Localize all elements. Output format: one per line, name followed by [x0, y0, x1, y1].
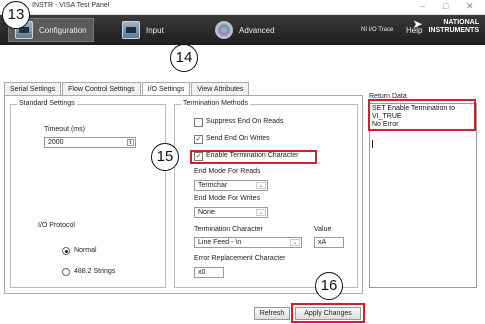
ni-io-trace-button[interactable]: NI I/O Trace [355, 18, 393, 42]
logo-line1: NATIONAL [443, 19, 479, 26]
error-replacement-value: x0 [198, 269, 206, 276]
io-protocol-label: I/O Protocol [38, 222, 75, 229]
refresh-button[interactable]: Refresh [254, 307, 290, 320]
end-mode-writes-label: End Mode For Writes [194, 195, 261, 202]
radio-normal-label: Normal [74, 247, 97, 254]
termination-character-label: Termination Character [194, 226, 263, 233]
configuration-label: Configuration [39, 25, 87, 35]
termination-methods-title: Termination Methods [181, 100, 250, 107]
ni-io-trace-label: NI I/O Trace [361, 27, 394, 33]
enable-termination-checkbox[interactable]: ✓ [194, 152, 203, 161]
input-label: Input [146, 25, 164, 35]
radio-488-2-label: 488.2 Strings [74, 268, 116, 275]
end-mode-writes-value: None [198, 209, 215, 216]
error-replacement-field[interactable]: x0 [194, 267, 224, 278]
apply-changes-button[interactable]: Apply Changes [295, 307, 361, 320]
send-end-checkbox[interactable]: ✓ [194, 135, 203, 144]
callout-16: 16 [315, 272, 343, 300]
callout-15: 15 [151, 143, 179, 171]
spinner-icon[interactable]: ⇕ [127, 139, 134, 146]
suppress-end-label: Suppress End On Reads [206, 118, 284, 125]
timeout-value: 2000 [48, 139, 64, 146]
enable-termination-label: Enable Termination Character [206, 152, 299, 159]
tab-flow-control-settings[interactable]: Flow Control Settings [62, 82, 141, 96]
gear-icon [215, 21, 233, 39]
logo-line2: INSTRUMENTS [428, 27, 479, 34]
chevron-down-icon[interactable]: ⌄ [256, 209, 266, 216]
chevron-down-icon[interactable]: ⌄ [256, 182, 266, 189]
ni-logo: ➤ NATIONAL INSTRUMENTS [412, 18, 479, 35]
window-title: INSTR - VISA Test Panel [32, 2, 110, 9]
termination-value: xA [318, 239, 327, 246]
toolbar: Configuration Input Advanced NI I/O Trac… [0, 15, 485, 45]
text-cursor [372, 140, 373, 148]
advanced-label: Advanced [239, 25, 275, 35]
timeout-field[interactable]: 2000 ⇕ [44, 137, 136, 148]
minimize-icon[interactable]: – [420, 1, 425, 11]
close-icon[interactable]: ✕ [466, 1, 474, 12]
highlight-return-data [368, 99, 476, 131]
radio-normal[interactable] [62, 247, 70, 255]
end-mode-writes-select[interactable]: None ⌄ [194, 207, 268, 218]
callout-13: 13 [2, 1, 30, 29]
termination-value-field[interactable]: xA [314, 237, 344, 248]
advanced-button[interactable]: Advanced [215, 18, 275, 42]
callout-14: 14 [170, 44, 198, 72]
radio-488-2-strings[interactable] [62, 268, 70, 276]
timeout-label: Timeout (ms) [44, 126, 85, 133]
suppress-end-checkbox[interactable] [194, 118, 203, 127]
value-label: Value [314, 226, 332, 233]
input-button[interactable]: Input [122, 18, 164, 42]
tab-strip: Serial Settings Flow Control Settings I/… [4, 82, 250, 97]
tab-serial-settings[interactable]: Serial Settings [4, 82, 62, 96]
standard-settings-group: Standard Settings [10, 100, 166, 288]
standard-settings-title: Standard Settings [17, 100, 77, 107]
maximize-icon[interactable]: □ [443, 1, 448, 11]
termination-character-select[interactable]: Line Feed - \n ⌄ [194, 237, 302, 248]
termination-character-value: Line Feed - \n [198, 239, 242, 246]
input-icon [122, 21, 140, 39]
end-mode-reads-select[interactable]: Termchar ⌄ [194, 180, 268, 191]
eagle-icon: ➤ [412, 17, 423, 31]
chevron-down-icon[interactable]: ⌄ [290, 239, 300, 246]
end-mode-reads-label: End Mode For Reads [194, 168, 261, 175]
error-replacement-label: Error Replacement Character [194, 255, 286, 262]
end-mode-reads-value: Termchar [198, 182, 228, 189]
title-bar: INSTR - VISA Test Panel – □ ✕ [0, 0, 485, 15]
send-end-label: Send End On Writes [206, 135, 270, 142]
tab-view-attributes[interactable]: View Attributes [191, 82, 250, 96]
